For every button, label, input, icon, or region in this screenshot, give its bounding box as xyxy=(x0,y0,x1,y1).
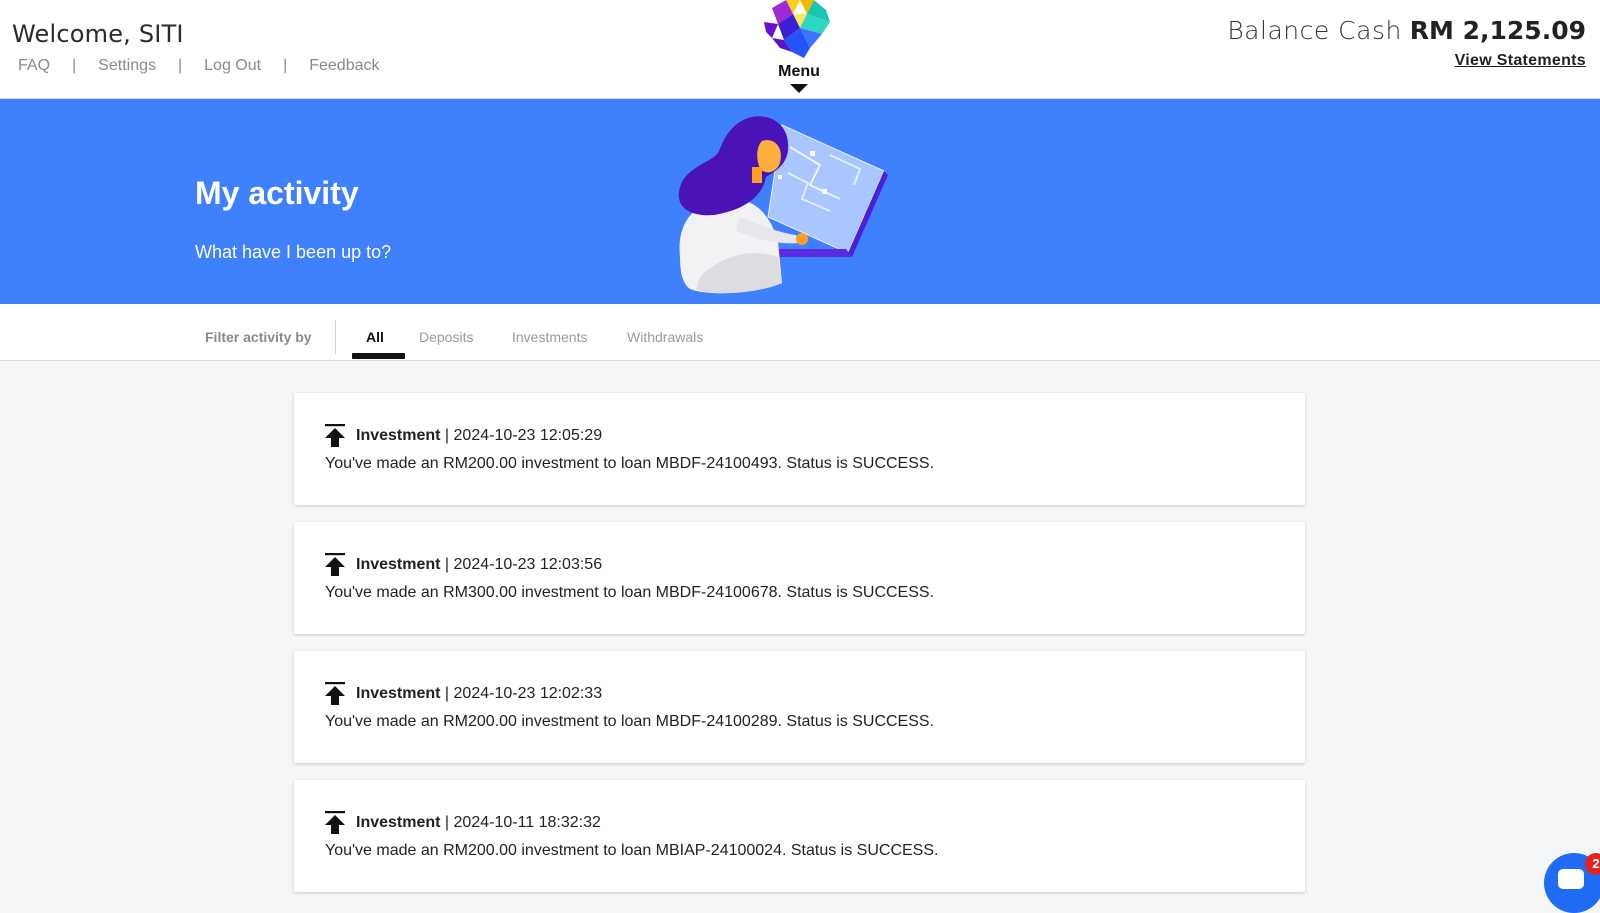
upload-arrow-icon xyxy=(325,682,345,705)
top-header: Welcome, SITI FAQ | Settings | Log Out |… xyxy=(0,0,1600,99)
activity-title: Investment | 2024-10-23 12:03:56 xyxy=(356,556,602,574)
activity-datetime: | 2024-10-11 18:32:32 xyxy=(444,814,601,831)
woman-with-laptop-illustration xyxy=(678,116,888,294)
page-title: My activity xyxy=(195,175,359,211)
welcome-greeting: Welcome, SITI xyxy=(12,20,184,48)
tab-deposits[interactable]: Deposits xyxy=(419,329,473,345)
page-subtitle: What have I been up to? xyxy=(195,242,392,262)
tab-withdrawals[interactable]: Withdrawals xyxy=(627,329,703,345)
view-statements-link[interactable]: View Statements xyxy=(1455,52,1586,70)
activity-card[interactable]: Investment | 2024-10-23 12:05:29 You've … xyxy=(294,393,1305,505)
link-separator: | xyxy=(72,57,77,74)
menu-arrow-icon[interactable] xyxy=(790,84,808,93)
faq-link[interactable]: FAQ xyxy=(18,57,50,75)
activity-card[interactable]: Investment | 2024-10-23 12:03:56 You've … xyxy=(294,522,1305,634)
chat-notification-badge: 2 xyxy=(1585,853,1600,875)
activity-title: Investment | 2024-10-23 12:05:29 xyxy=(356,427,602,445)
activity-list: Investment | 2024-10-23 12:05:29 You've … xyxy=(294,393,1305,909)
welcome-prefix: Welcome, xyxy=(12,20,132,48)
filter-label: Filter activity by xyxy=(205,329,312,345)
activity-type: Investment xyxy=(356,814,441,831)
menu-button[interactable]: Menu xyxy=(758,63,840,81)
activity-card[interactable]: Investment | 2024-10-23 12:02:33 You've … xyxy=(294,651,1305,763)
activity-title: Investment | 2024-10-23 12:02:33 xyxy=(356,685,602,703)
link-separator: | xyxy=(283,57,288,74)
activity-filter-bar: Filter activity by All Deposits Investme… xyxy=(0,304,1600,361)
tab-investments[interactable]: Investments xyxy=(512,329,587,345)
link-separator: | xyxy=(177,57,183,74)
upload-arrow-icon xyxy=(325,811,345,834)
filter-divider xyxy=(335,320,336,354)
logout-link[interactable]: Log Out xyxy=(204,57,261,75)
activity-description: You've made an RM300.00 investment to lo… xyxy=(325,584,935,601)
feedback-link[interactable]: Feedback xyxy=(309,57,379,75)
activity-description: You've made an RM200.00 investment to lo… xyxy=(325,455,935,472)
activity-card[interactable]: Investment | 2024-10-11 18:32:32 You've … xyxy=(294,780,1305,892)
active-tab-indicator xyxy=(352,353,405,359)
activity-title: Investment | 2024-10-11 18:32:32 xyxy=(356,814,601,832)
activity-description: You've made an RM200.00 investment to lo… xyxy=(325,713,935,730)
activity-type: Investment xyxy=(356,556,441,573)
tab-all[interactable]: All xyxy=(366,329,384,345)
hero-banner: My activity What have I been up to? xyxy=(0,99,1600,304)
activity-description: You've made an RM200.00 investment to lo… xyxy=(325,842,939,859)
brand-logo-icon[interactable] xyxy=(764,0,834,62)
settings-link[interactable]: Settings xyxy=(98,57,156,75)
activity-type: Investment xyxy=(356,685,441,702)
chat-bubble-icon xyxy=(1558,869,1584,889)
balance-cash: Balance Cash RM 2,125.09 xyxy=(1227,16,1586,45)
activity-datetime: | 2024-10-23 12:05:29 xyxy=(444,427,603,444)
upload-arrow-icon xyxy=(325,553,345,576)
activity-type: Investment xyxy=(356,427,441,444)
top-links: FAQ | Settings | Log Out | Feedback xyxy=(18,57,380,75)
activity-datetime: | 2024-10-23 12:02:33 xyxy=(444,685,603,702)
upload-arrow-icon xyxy=(325,424,345,447)
activity-datetime: | 2024-10-23 12:03:56 xyxy=(444,556,603,573)
balance-label: Balance Cash xyxy=(1227,16,1402,45)
balance-amount: RM 2,125.09 xyxy=(1409,16,1586,45)
user-name: SITI xyxy=(138,20,184,48)
